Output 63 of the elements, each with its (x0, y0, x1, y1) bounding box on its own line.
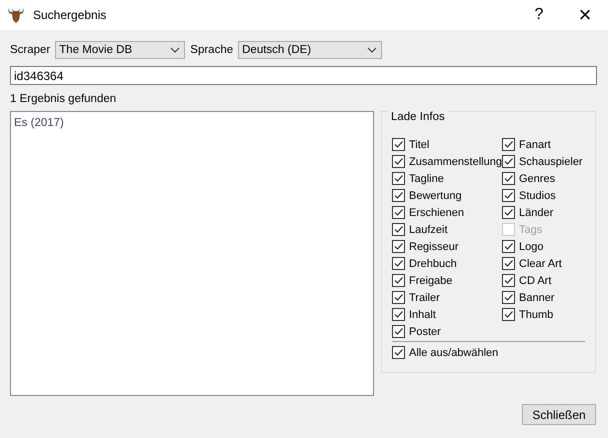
window-title: Suchergebnis (33, 8, 108, 22)
checkbox[interactable] (392, 274, 405, 287)
checkbox-label: Laufzeit (409, 224, 448, 236)
checkbox[interactable] (502, 138, 515, 151)
checkbox-label: Clear Art (519, 258, 562, 270)
checkbox-label: Länder (519, 206, 554, 218)
result-count: 1 Ergebnis gefunden (10, 92, 118, 107)
checkbox-label: Inhalt (409, 308, 436, 320)
moose-icon (7, 6, 25, 24)
scraper-dropdown[interactable]: The Movie DB (55, 41, 186, 59)
checkbox-label: Banner (519, 292, 554, 304)
checkbox-label: Fanart (519, 138, 551, 150)
close-button[interactable]: × (562, 0, 608, 30)
result-list[interactable]: Es (2017) (10, 111, 374, 396)
checkbox[interactable] (392, 240, 405, 253)
checkbox[interactable] (392, 155, 405, 168)
checkbox-label: Poster (409, 326, 441, 338)
checkbox-label: Studios (519, 190, 556, 202)
checkbox-label: Genres (519, 172, 556, 184)
checkbox-label: Zusammenstellung (409, 156, 502, 168)
help-button[interactable]: ? (516, 0, 562, 30)
checkbox-label: Thumb (519, 308, 554, 320)
checkbox[interactable] (502, 240, 515, 253)
checkbox-label: Freigabe (409, 274, 452, 286)
checkbox-label: Tagline (409, 172, 444, 184)
checkbox[interactable] (392, 325, 405, 338)
close-dialog-button[interactable]: Schließen (522, 404, 596, 425)
group-title: Lade Infos (389, 111, 447, 123)
checkbox[interactable] (502, 206, 515, 219)
chevron-down-icon (170, 47, 180, 53)
checkbox[interactable] (392, 291, 405, 304)
checkbox[interactable] (392, 308, 405, 321)
chevron-down-icon (367, 47, 378, 53)
checkbox-label: Logo (519, 240, 544, 252)
checkbox[interactable] (392, 257, 405, 270)
checkbox-label: CD Art (519, 274, 552, 286)
checkbox-label: Drehbuch (409, 258, 457, 270)
checkbox[interactable] (502, 257, 515, 270)
checkbox-label: Tags (519, 224, 542, 236)
scraper-label: Scraper (10, 44, 50, 56)
checkbox-label: Trailer (409, 292, 440, 304)
checkbox[interactable] (392, 346, 405, 359)
checkbox-label: Erschienen (409, 206, 464, 218)
checkbox[interactable] (502, 155, 515, 168)
checkbox[interactable] (502, 274, 515, 287)
checkbox-label: Regisseur (409, 240, 459, 252)
checkbox-label: Titel (409, 138, 430, 150)
checkbox[interactable] (502, 189, 515, 202)
checkbox[interactable] (392, 223, 405, 236)
language-label: Sprache (190, 44, 234, 56)
checkbox[interactable] (392, 138, 405, 151)
checkbox[interactable] (502, 291, 515, 304)
checkbox-label: Bewertung (409, 190, 462, 202)
checkbox[interactable] (392, 206, 405, 219)
search-field[interactable]: id346364 (10, 66, 597, 85)
checkbox[interactable] (502, 308, 515, 321)
language-dropdown[interactable]: Deutsch (DE) (238, 41, 382, 59)
result-item[interactable]: Es (2017) (14, 116, 370, 130)
checkbox[interactable] (392, 172, 405, 185)
checkbox-label: Alle aus/abwählen (409, 346, 498, 358)
checkbox[interactable] (502, 172, 515, 185)
checkbox[interactable] (392, 189, 405, 202)
checkbox-label: Schauspieler (519, 156, 583, 168)
